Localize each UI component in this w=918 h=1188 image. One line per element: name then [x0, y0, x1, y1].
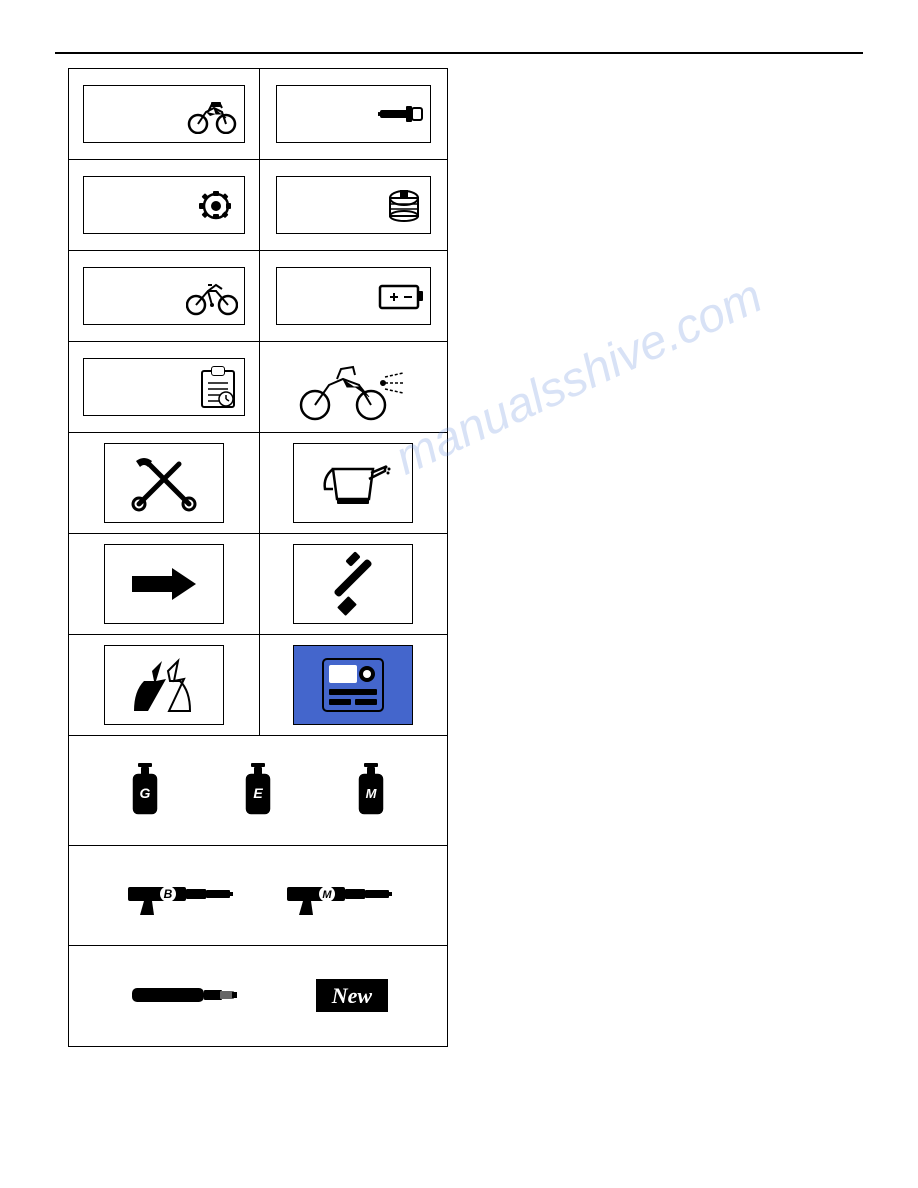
svg-text:B: B: [163, 887, 172, 901]
grease-gun-m-icon: M: [283, 871, 393, 915]
motorcycle-spray-icon: [293, 347, 413, 427]
lube-m: M: [352, 761, 390, 821]
table-row: [69, 534, 447, 635]
screwdriver-icon: [313, 550, 393, 618]
checklist-icon: [198, 365, 238, 409]
new-badge-container: New: [316, 983, 388, 1009]
cell-watering-can: [260, 433, 447, 533]
table-row: [69, 342, 447, 433]
inner-square-watering: [293, 443, 413, 523]
watering-can-icon: [313, 449, 393, 517]
oil-can-m-icon: M: [352, 761, 390, 821]
cell-micrometer: [260, 69, 447, 159]
grease-b: B: [124, 871, 234, 920]
cell-filter: [260, 160, 447, 250]
cell-motorcycle: [69, 69, 260, 159]
cell-tools: [69, 433, 260, 533]
cell-battery: [260, 251, 447, 341]
wrench-gear-icon: [192, 184, 238, 226]
inner-box-battery: [276, 267, 431, 325]
inner-square-tools: [104, 443, 224, 523]
inner-square-hands: [104, 645, 224, 725]
lube-items: G E: [69, 736, 447, 845]
filter-icon: [378, 184, 424, 226]
pen-marker-icon: [128, 976, 238, 1012]
inner-box-checklist: [83, 358, 245, 416]
inner-square-measurement: [293, 645, 413, 725]
cell-measurement: [260, 635, 447, 735]
cell-bicycle: [69, 251, 260, 341]
table-row: [69, 69, 447, 160]
grease-row: B M: [69, 846, 447, 946]
inner-box-micrometer: [276, 85, 431, 143]
inner-box-motorcycle: [83, 85, 245, 143]
tools-icon: [124, 449, 204, 517]
svg-text:M: M: [322, 889, 332, 901]
table-row: [69, 635, 447, 736]
oil-can-g-icon: G: [126, 761, 164, 821]
new-badge: New: [316, 979, 388, 1012]
oil-can-e-icon: E: [239, 761, 277, 821]
lube-g: G: [126, 761, 164, 821]
cell-checklist: [69, 342, 260, 432]
battery-icon: [378, 278, 424, 314]
inner-box-bicycle: [83, 267, 245, 325]
svg-text:E: E: [253, 785, 263, 801]
main-table: G E: [68, 68, 448, 1047]
cell-hands: [69, 635, 260, 735]
cell-wrench-gear: [69, 160, 260, 250]
table-row: [69, 251, 447, 342]
measurement-icon: [313, 651, 393, 719]
inner-box-filter: [276, 176, 431, 234]
cell-arrow: [69, 534, 260, 634]
svg-text:G: G: [140, 785, 151, 801]
arrow-icon: [124, 550, 204, 618]
lube-row: G E: [69, 736, 447, 846]
bicycle-icon: [186, 275, 238, 317]
page: manualsshive.com: [0, 0, 918, 1188]
table-row: [69, 433, 447, 534]
cell-screwdriver: [260, 534, 447, 634]
grease-gun-b-icon: B: [124, 871, 234, 915]
new-row: New: [69, 946, 447, 1046]
top-divider: [55, 52, 863, 54]
grease-items: B M: [69, 846, 447, 945]
inner-square-arrow: [104, 544, 224, 624]
svg-text:M: M: [365, 786, 377, 801]
pen-marker: [128, 976, 238, 1017]
grease-m: M: [283, 871, 393, 920]
micrometer-icon: [378, 96, 424, 132]
hands-icon: [124, 651, 204, 719]
lube-e: E: [239, 761, 277, 821]
motorcycle-icon: [186, 94, 238, 134]
cell-motorcycle-spray: [260, 342, 447, 432]
table-row: [69, 160, 447, 251]
inner-box-wrench: [83, 176, 245, 234]
inner-square-screwdriver: [293, 544, 413, 624]
